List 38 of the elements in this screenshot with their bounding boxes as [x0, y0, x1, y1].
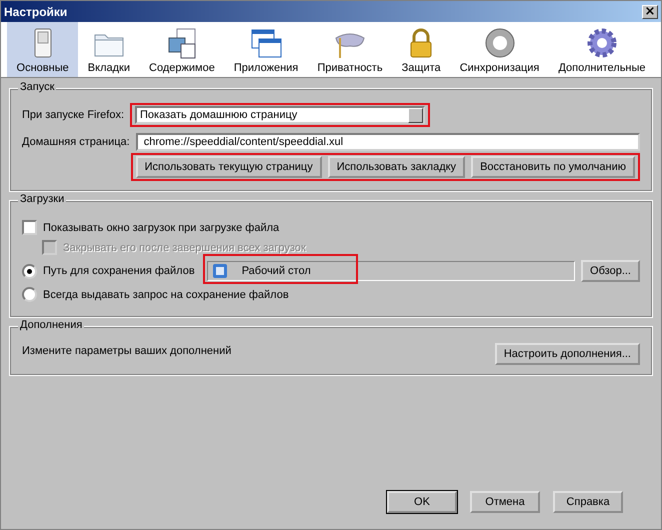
close-button[interactable]: ×	[642, 4, 658, 18]
desktop-icon	[212, 263, 228, 279]
toolbar-tab[interactable]: Дополнительные	[548, 22, 656, 77]
group-title: Загрузки	[18, 193, 66, 205]
toolbar-tab[interactable]: Защита	[392, 22, 450, 77]
dialog-button[interactable]: OK	[387, 491, 457, 513]
browse-button[interactable]: Обзор...	[581, 260, 640, 282]
window-title: Настройки	[4, 4, 68, 18]
checkbox-label: Закрывать его после завершения всех загрузок	[63, 242, 306, 254]
field-label: При запуске Firefox:	[22, 109, 124, 121]
toolbar-tab[interactable]: Вкладки	[78, 22, 140, 77]
checkbox-label: Показывать окно загрузок при загрузке файла	[43, 222, 280, 234]
group-title: Дополнения	[18, 319, 84, 331]
action-button[interactable]: Использовать текущую страницу	[136, 156, 322, 178]
toolbar-tab[interactable]: Приложения	[224, 22, 308, 77]
action-button[interactable]: Использовать закладку	[328, 156, 466, 178]
gear-icon	[584, 26, 619, 60]
radio-button[interactable]	[22, 287, 37, 302]
radio-label: Путь для сохранения файлов	[43, 265, 195, 277]
dialog-button[interactable]: Справка	[553, 491, 623, 513]
radio-button[interactable]	[22, 264, 37, 278]
home-page-field[interactable]: chrome://speeddial/content/speeddial.xul	[136, 133, 640, 151]
toolbar-tab[interactable]: Основные	[7, 22, 78, 77]
action-button[interactable]: Восстановить по умолчанию	[471, 156, 635, 178]
dropdown-value: Показать домашнюю страницу	[140, 109, 298, 121]
addons-button[interactable]: Настроить дополнения...	[494, 343, 640, 365]
toolbar-tab[interactable]: Приватность	[308, 22, 392, 77]
folder-field[interactable]: Рабочий стол	[206, 261, 576, 281]
folder-name: Рабочий стол	[242, 265, 311, 277]
checkbox[interactable]	[22, 220, 37, 235]
addons-text: Измените параметры ваших дополнений	[22, 345, 232, 357]
group-title: Запуск	[18, 81, 56, 93]
dialog-button[interactable]: Отмена	[470, 491, 540, 513]
toolbar-tab[interactable]: Синхронизация	[450, 22, 549, 77]
toolbar-tab[interactable]: Содержимое	[140, 22, 224, 77]
radio-label: Всегда выдавать запрос на сохранение файлов	[43, 288, 289, 300]
field-label: Домашняя страница:	[22, 136, 130, 148]
startup-dropdown[interactable]: Показать домашнюю страницу	[135, 106, 426, 124]
